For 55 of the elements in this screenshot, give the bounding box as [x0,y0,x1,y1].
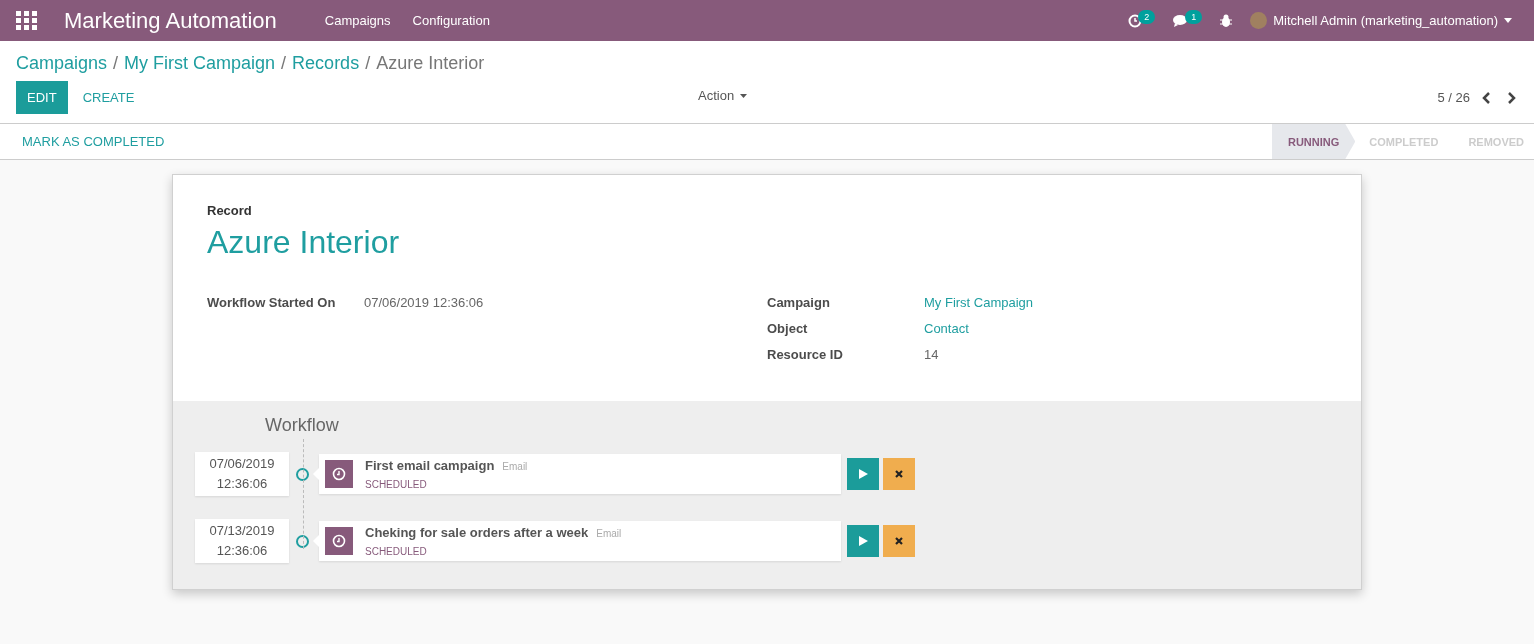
activity-name: First email campaign [365,458,495,473]
activity-name: Cheking for sale orders after a week [365,525,589,540]
field-label: Campaign [767,295,831,312]
mark-completed-button[interactable]: MARK AS COMPLETED [16,133,171,150]
breadcrumb-separator: / [281,53,287,74]
field-link[interactable]: Contact [924,321,1327,347]
activity-type: Email [596,528,622,539]
record-title: Azure Interior [207,224,401,261]
app-title: Marketing Automation [64,7,277,34]
clock-icon [325,527,353,555]
action-dropdown[interactable]: Action [692,87,754,104]
date-card: 07/06/2019 12:36:06 [195,452,289,496]
activity-count: 2 [1138,9,1156,24]
caret-icon [740,93,748,98]
breadcrumb-link[interactable]: Campaigns [16,53,108,74]
breadcrumb-separator: / [113,53,119,74]
field-value: 07/06/2019 12:36:06 [364,295,485,312]
message-count: 1 [1185,9,1203,24]
play-icon [857,535,869,547]
activity-state: SCHEDULED [365,546,428,557]
play-icon [857,468,869,480]
close-icon [894,536,904,546]
activity-type: Email [502,461,528,472]
field-link[interactable]: My First Campaign [924,295,1327,321]
record-label: Record [207,203,253,218]
clock-icon [325,460,353,488]
field-value: 14 [924,347,940,364]
user-menu[interactable]: Mitchell Admin (marketing_automation) [1250,12,1512,29]
cancel-button[interactable] [883,458,915,490]
breadcrumb-separator: / [365,53,371,74]
caret-icon [1504,18,1512,23]
timeline-dot [296,467,309,481]
breadcrumb-link[interactable]: Records [292,53,360,74]
cancel-button[interactable] [883,525,915,557]
menu-item[interactable]: Configuration [412,13,490,28]
breadcrumb-link[interactable]: My First Campaign [124,53,276,74]
workflow-title: Workflow [265,415,340,436]
pager-value: 5 / 26 [1437,90,1470,105]
status-stage[interactable]: RUNNING [1271,124,1356,159]
breadcrumb-current: Azure Interior [376,53,485,74]
close-icon [894,469,904,479]
apps-menu-icon[interactable] [16,10,38,31]
activity-state: SCHEDULED [365,479,428,490]
play-button[interactable] [847,458,879,490]
field-label: Object [767,321,809,338]
timeline-dot [296,534,309,548]
play-button[interactable] [847,525,879,557]
edit-button[interactable]: EDIT [16,81,68,114]
menu-item[interactable]: Campaigns [324,13,391,28]
clock-icon[interactable] [1128,13,1143,28]
bug-icon[interactable] [1220,14,1233,27]
date-card: 07/13/2019 12:36:06 [195,519,289,563]
create-button[interactable]: CREATE [71,90,146,105]
field-label: Workflow Started On [207,295,337,312]
field-label: Resource ID [767,347,844,364]
